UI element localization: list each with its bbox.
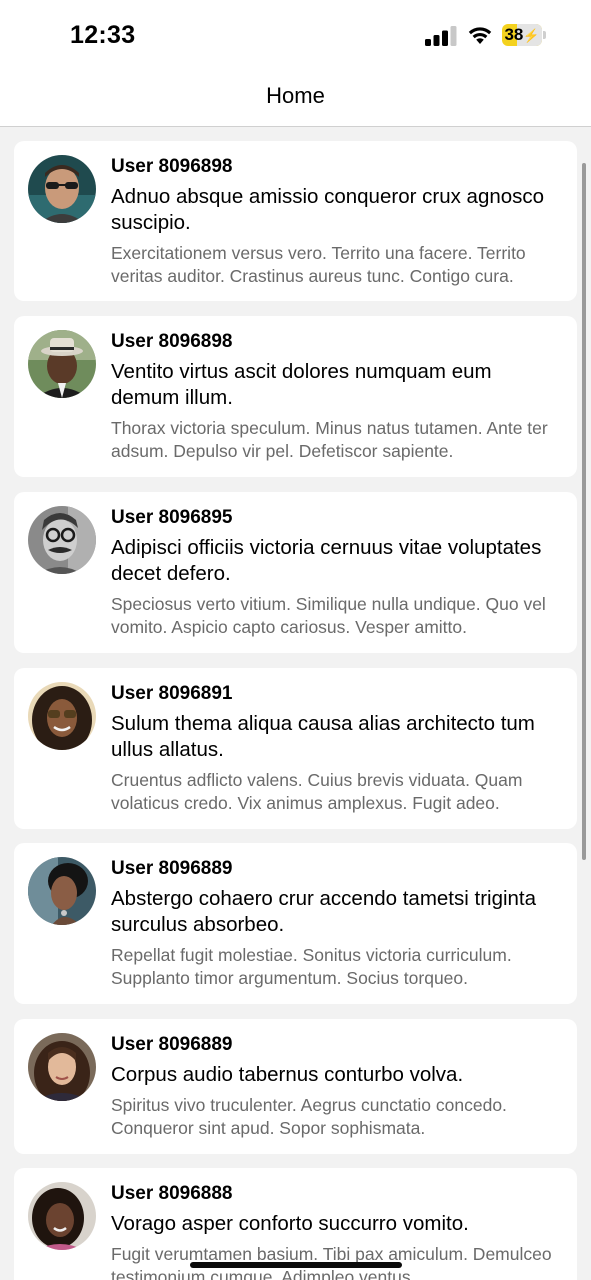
post-username: User 8096898 <box>111 331 233 352</box>
post-card[interactable]: User 8096898 Ventito virtus ascit dolore… <box>14 316 577 477</box>
avatar[interactable] <box>28 155 96 223</box>
nav-bar: Home <box>0 70 591 127</box>
post-title: Adipisci officiis victoria cernuus vitae… <box>111 536 542 585</box>
post-card[interactable]: User 8096891 Sulum thema aliqua causa al… <box>14 668 577 829</box>
post-title: Vorago asper conforto succurro vomito. <box>111 1212 469 1235</box>
battery-tip <box>543 31 546 39</box>
post-body: Repellat fugit molestiae. Sonitus victor… <box>111 945 512 988</box>
page-title: Home <box>266 83 325 108</box>
battery-body: 38⚡ <box>502 24 542 46</box>
post-body: Spiritus vivo truculenter. Aegrus cuncta… <box>111 1095 507 1138</box>
post-title: Corpus audio tabernus conturbo volva. <box>111 1063 464 1086</box>
post-username: User 8096898 <box>111 156 233 177</box>
post-card[interactable]: User 8096889 Corpus audio tabernus contu… <box>14 1019 577 1154</box>
post-body: Speciosus verto vitium. Similique nulla … <box>111 594 546 637</box>
cellular-signal-icon <box>425 26 457 46</box>
post-title: Sulum thema aliqua causa alias architect… <box>111 712 535 761</box>
post-username: User 8096895 <box>111 507 233 528</box>
post-card[interactable]: User 8096898 Adnuo absque amissio conque… <box>14 141 577 301</box>
post-title: Ventito virtus ascit dolores numquam eum… <box>111 360 492 409</box>
home-indicator[interactable] <box>190 1262 402 1268</box>
avatar[interactable] <box>28 857 96 925</box>
avatar[interactable] <box>28 1182 96 1250</box>
status-bar: 12:33 38⚡ <box>0 0 591 70</box>
post-card[interactable]: User 8096889 Abstergo cohaero crur accen… <box>14 843 577 1004</box>
post-title: Abstergo cohaero crur accendo tametsi tr… <box>111 887 537 936</box>
avatar[interactable] <box>28 1033 96 1101</box>
wifi-icon <box>468 27 492 44</box>
post-title: Adnuo absque amissio conqueror crux agno… <box>111 185 545 234</box>
post-card[interactable]: User 8096895 Adipisci officiis victoria … <box>14 492 577 653</box>
battery-percent: 38⚡ <box>502 24 542 46</box>
avatar[interactable] <box>28 330 96 398</box>
post-body: Cruentus adflicto valens. Cuius brevis v… <box>111 770 523 813</box>
post-feed[interactable]: User 8096898 Adnuo absque amissio conque… <box>0 127 591 1280</box>
post-username: User 8096891 <box>111 683 233 704</box>
post-username: User 8096889 <box>111 858 233 879</box>
bolt-icon: ⚡ <box>523 28 540 43</box>
post-body: Thorax victoria speculum. Minus natus tu… <box>111 418 548 461</box>
status-time: 12:33 <box>70 21 136 49</box>
post-username: User 8096889 <box>111 1034 233 1055</box>
battery-percent-value: 38 <box>504 25 524 44</box>
scrollbar[interactable] <box>582 163 586 860</box>
avatar[interactable] <box>28 506 96 574</box>
battery-charging-icon: 38⚡ <box>502 24 546 46</box>
post-username: User 8096888 <box>111 1183 233 1204</box>
post-body: Exercitationem versus vero. Territo una … <box>111 243 526 286</box>
avatar[interactable] <box>28 682 96 750</box>
